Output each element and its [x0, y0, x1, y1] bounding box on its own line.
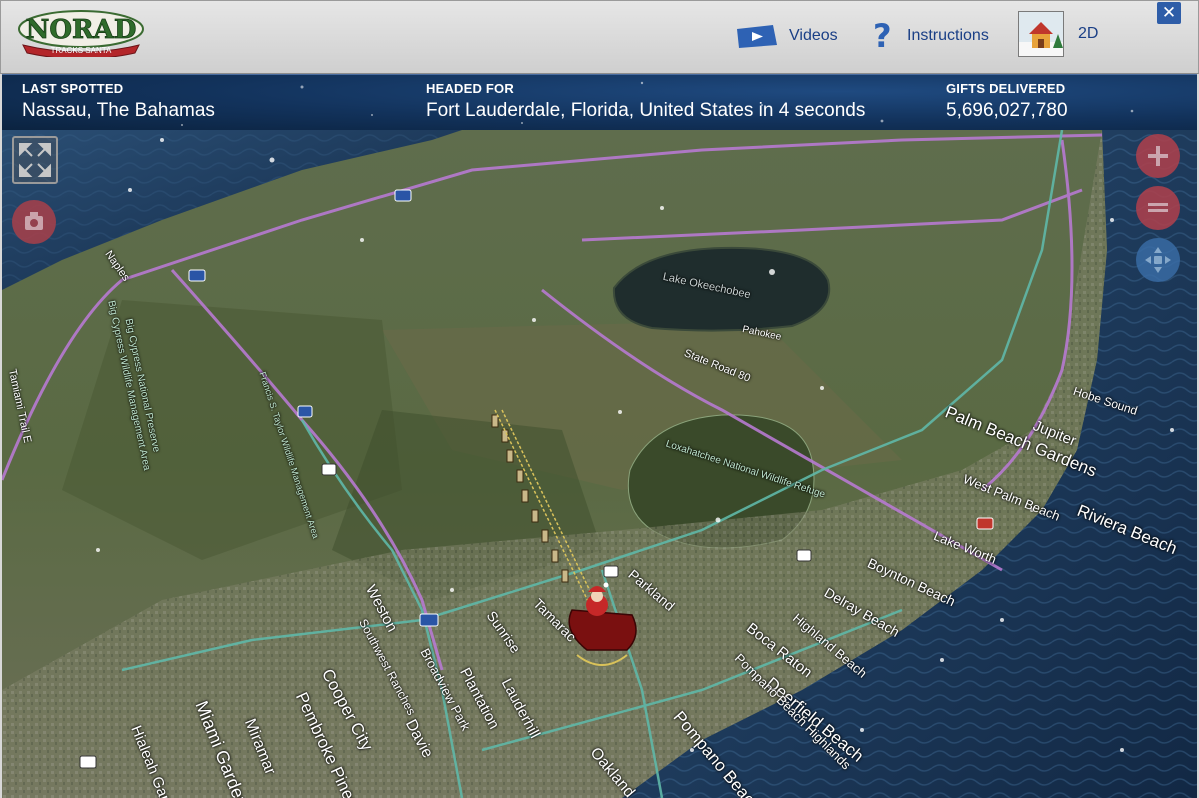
headed-for-value: Fort Lauderdale, Florida, United States …: [426, 100, 866, 121]
2d-label: 2D: [1078, 25, 1099, 42]
video-play-icon: [735, 23, 779, 49]
plus-icon: [1148, 146, 1168, 166]
norad-tracks-santa-logo[interactable]: NORAD TRACKS SANTA: [13, 7, 149, 60]
2d-view-button[interactable]: 2D: [1018, 11, 1099, 57]
last-spotted-value: Nassau, The Bahamas: [22, 100, 215, 121]
3d-map-view[interactable]: Lake Okeechobee Pahokee State Road 80 Lo…: [2, 130, 1197, 798]
expand-arrows-icon: [19, 143, 51, 177]
videos-button[interactable]: Videos: [735, 17, 838, 55]
camera-mode-button[interactable]: [12, 200, 56, 244]
house-thumbnail-icon: [1018, 11, 1064, 57]
headed-for-block: HEADED FOR Fort Lauderdale, Florida, Uni…: [426, 81, 865, 122]
gifts-delivered-label: GIFTS DELIVERED: [946, 81, 1066, 96]
logo-wordmark: NORAD: [26, 15, 137, 45]
pan-arrows-icon: [1145, 247, 1171, 273]
last-spotted-block: LAST SPOTTED Nassau, The Bahamas: [22, 81, 215, 122]
headed-for-label: HEADED FOR: [426, 81, 514, 96]
logo-subtext: TRACKS SANTA: [51, 46, 112, 55]
top-header-bar: NORAD TRACKS SANTA Videos ? Instructions: [0, 0, 1199, 74]
map-terrain[interactable]: [2, 130, 1197, 798]
camera-icon: [25, 212, 43, 230]
close-button[interactable]: ✕: [1157, 2, 1181, 24]
instructions-label: Instructions: [907, 27, 989, 44]
fullscreen-button[interactable]: [12, 136, 58, 184]
pan-control-button[interactable]: [1136, 238, 1180, 282]
last-spotted-label: LAST SPOTTED: [22, 81, 124, 96]
videos-label: Videos: [789, 27, 838, 44]
gifts-delivered-block: GIFTS DELIVERED 5,696,027,780: [946, 81, 1068, 122]
question-mark-icon: ?: [873, 17, 892, 55]
gifts-delivered-value: 5,696,027,780: [946, 100, 1068, 121]
zoom-out-button[interactable]: [1136, 186, 1180, 230]
instructions-button[interactable]: ? Instructions: [873, 17, 989, 55]
tracking-info-bar: LAST SPOTTED Nassau, The Bahamas HEADED …: [2, 74, 1197, 130]
zoom-in-button[interactable]: [1136, 134, 1180, 178]
minus-icon: [1148, 203, 1168, 212]
